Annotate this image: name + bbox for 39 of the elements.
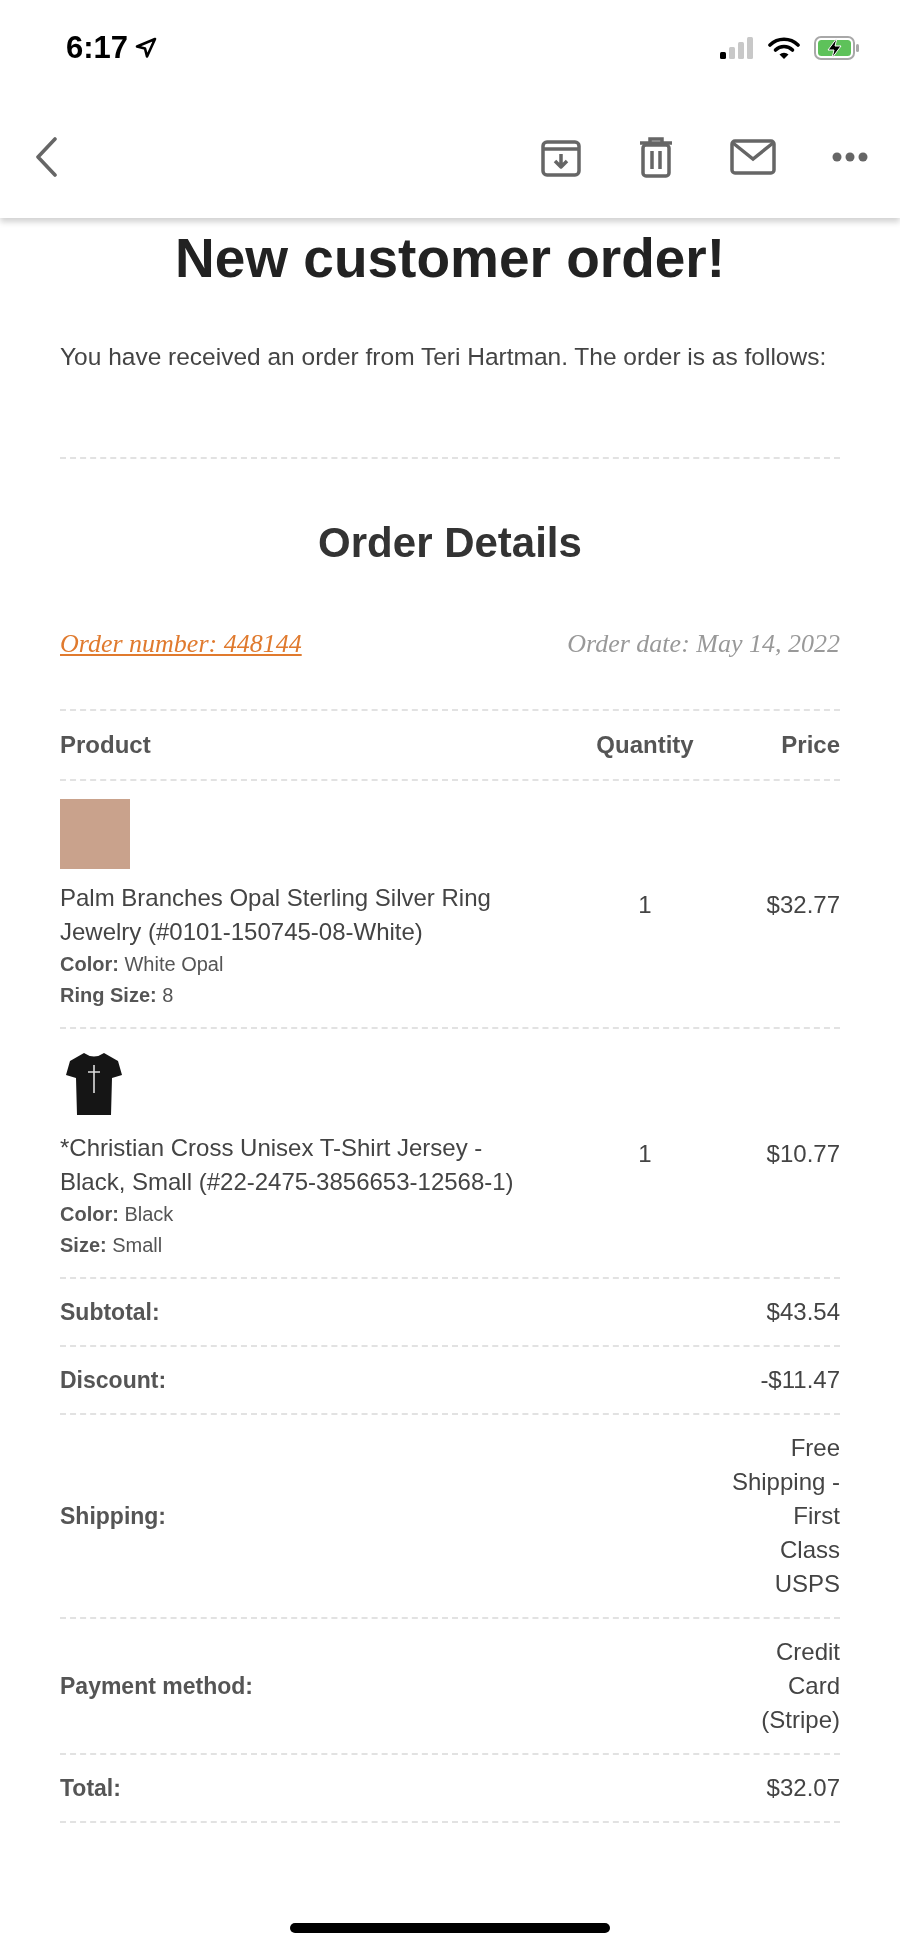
price-value: $10.77 (765, 1140, 840, 1168)
wifi-icon (768, 36, 800, 60)
status-time: 6:17 (66, 30, 129, 66)
more-icon (832, 152, 868, 162)
quantity-value: 1 (637, 891, 653, 919)
product-attribute: Color: Black (60, 1202, 175, 1227)
chevron-left-icon (34, 137, 58, 177)
envelope-icon (730, 139, 776, 175)
photo-placeholder (60, 799, 130, 869)
signal-icon (720, 37, 754, 59)
location-arrow-icon (134, 36, 159, 60)
battery-charging-icon (814, 36, 860, 60)
order-number-link[interactable]: Order number: 448144 (60, 629, 302, 659)
product-attribute: Color: White Opal (60, 952, 225, 977)
trash-icon (638, 136, 674, 178)
intro-text: You have received an order from Teri Hartman. The order is as follows: (60, 342, 828, 372)
total-label: Payment method: (60, 1672, 254, 1700)
column-header: Price (780, 731, 840, 759)
column-header: Product (60, 731, 152, 759)
total-label: Discount: (60, 1366, 168, 1394)
quantity-value: 1 (637, 1140, 653, 1168)
section-title: Order Details (317, 519, 583, 567)
product-attribute: Size: Small (60, 1233, 164, 1258)
total-value: $32.07 (765, 1773, 840, 1803)
product-attribute: Ring Size: 8 (60, 983, 175, 1008)
total-value: $43.54 (765, 1297, 840, 1327)
email-title: New customer order! (173, 226, 727, 290)
total-label: Shipping: (60, 1502, 168, 1530)
product-name: *Christian Cross Unisex T-Shirt Jersey - Black, Small (#22-2475-3856653-12568-1) (60, 1133, 515, 1197)
total-value: Free Shipping - First Class USPS (730, 1433, 840, 1599)
total-value: Credit Card (Stripe) (760, 1637, 840, 1735)
product-name: Palm Branches Opal Sterling Silver Ring Jewelry (#0101-150745-08-White) (60, 883, 492, 947)
total-value: -$11.47 (759, 1365, 840, 1395)
order-date: Order date: May 14, 2022 (567, 629, 840, 659)
column-header: Quantity (595, 731, 695, 759)
total-label: Total: (60, 1774, 122, 1802)
total-label: Subtotal: (60, 1298, 161, 1326)
price-value: $32.77 (765, 891, 840, 919)
tshirt-drawing (66, 1051, 122, 1117)
